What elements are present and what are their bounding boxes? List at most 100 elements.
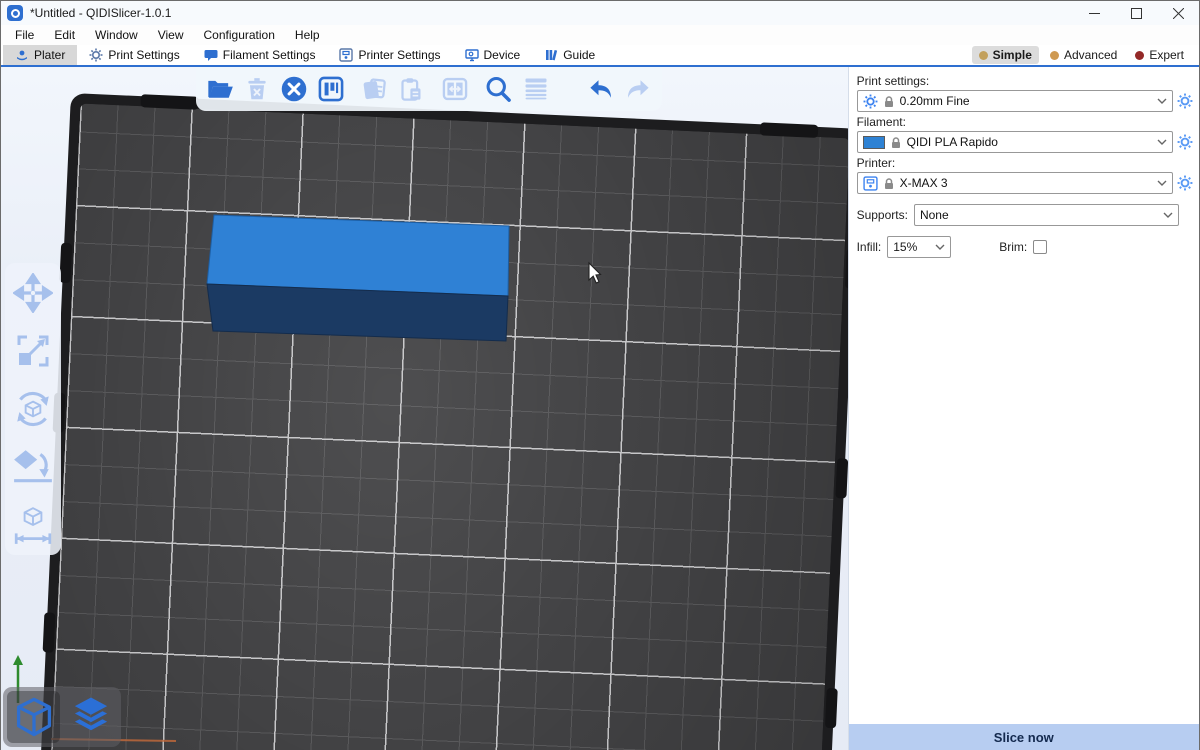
rotate-tool-button[interactable] [11, 387, 55, 431]
bed-clip [140, 94, 199, 110]
printer-icon [863, 176, 878, 191]
paste-icon [398, 76, 425, 103]
menu-edit[interactable]: Edit [44, 26, 85, 44]
mode-expert[interactable]: Expert [1128, 46, 1191, 64]
bed-grid-surface [41, 103, 848, 750]
title-bar: *Untitled - QIDISlicer-1.0.1 [1, 1, 1199, 25]
tab-guide[interactable]: Guide [532, 45, 607, 65]
filament-combo[interactable]: QIDI PLA Rapido [857, 131, 1173, 153]
qidislicer-window: { "window": { "title": "*Untitled - QIDI… [0, 0, 1200, 750]
supports-value: None [920, 208, 1158, 222]
tab-filament-settings[interactable]: Filament Settings [192, 45, 328, 65]
menu-bar: File Edit Window View Configuration Help [1, 25, 1199, 45]
move-tool-button[interactable] [11, 271, 55, 315]
layers-stack-icon [68, 694, 114, 740]
tab-bar: Plater Print Settings Filament Settings … [1, 45, 1199, 67]
delete-button[interactable] [241, 72, 272, 106]
printer-value: X-MAX 3 [900, 176, 1152, 190]
undo-button[interactable] [585, 72, 616, 106]
arrange-button[interactable] [316, 72, 347, 106]
print-settings-value: 0.20mm Fine [900, 94, 1152, 108]
gear-icon [863, 94, 878, 109]
open-button[interactable] [204, 72, 235, 106]
place-on-face-icon [12, 446, 54, 488]
menu-configuration[interactable]: Configuration [194, 26, 285, 44]
menu-file[interactable]: File [5, 26, 44, 44]
chevron-down-icon [1157, 180, 1167, 186]
tab-print-settings[interactable]: Print Settings [77, 45, 191, 65]
menu-window[interactable]: Window [85, 26, 148, 44]
chevron-down-icon [1163, 212, 1173, 218]
arrange-icon [317, 75, 345, 103]
bed-clip [43, 612, 56, 652]
lock-icon [890, 136, 902, 149]
measure-tool-button[interactable] [11, 503, 55, 547]
window-title: *Untitled - QIDISlicer-1.0.1 [30, 6, 171, 20]
z-axis-arrowhead-icon [13, 655, 23, 665]
infill-combo[interactable]: 15% [887, 236, 951, 258]
minimize-icon[interactable] [1073, 1, 1115, 25]
window-controls [1073, 1, 1199, 25]
mode-simple[interactable]: Simple [972, 46, 1039, 64]
mode-label: Advanced [1064, 48, 1117, 62]
brim-checkbox[interactable] [1033, 240, 1047, 254]
3d-viewport[interactable] [1, 67, 848, 750]
measure-icon [12, 504, 54, 546]
move-icon [13, 273, 53, 313]
slice-now-button[interactable]: Slice now [849, 724, 1199, 750]
bed-clip [835, 458, 847, 498]
simple-dot-icon [979, 51, 988, 60]
tab-label: Print Settings [108, 48, 179, 62]
preview-view-button[interactable] [64, 691, 117, 743]
tab-label: Guide [563, 48, 595, 62]
gizmo-toolbar [5, 263, 61, 555]
print-settings-gear-button[interactable] [1177, 93, 1193, 109]
close-icon[interactable] [1157, 1, 1199, 25]
advanced-dot-icon [1050, 51, 1059, 60]
editor-view-button[interactable] [7, 691, 60, 743]
maximize-icon[interactable] [1115, 1, 1157, 25]
printer-label: Printer: [857, 156, 1193, 170]
tab-device[interactable]: Device [453, 45, 533, 65]
layer-height-button[interactable] [520, 72, 551, 106]
delete-all-button[interactable] [279, 72, 310, 106]
scale-icon [13, 331, 53, 371]
chevron-down-icon [1157, 98, 1167, 104]
bed-clip [845, 248, 848, 288]
supports-combo[interactable]: None [914, 204, 1179, 226]
infill-value: 15% [893, 240, 931, 254]
paste-button[interactable] [396, 72, 427, 106]
print-settings-combo[interactable]: 0.20mm Fine [857, 90, 1173, 112]
printer-gear-button[interactable] [1177, 175, 1193, 191]
search-icon [484, 75, 512, 103]
place-on-face-tool-button[interactable] [11, 445, 55, 489]
undo-arrow-icon [586, 74, 616, 104]
bed-clip [760, 122, 819, 138]
tab-plater[interactable]: Plater [3, 45, 77, 65]
tab-label: Device [484, 48, 521, 62]
lock-icon [883, 95, 895, 108]
tab-label: Printer Settings [358, 48, 440, 62]
tab-printer-settings[interactable]: Printer Settings [327, 45, 452, 65]
mode-label: Simple [993, 48, 1032, 62]
chevron-down-icon [935, 244, 945, 250]
printer-combo[interactable]: X-MAX 3 [857, 172, 1173, 194]
redo-button[interactable] [623, 72, 654, 106]
copy-button[interactable] [359, 72, 390, 106]
rotate-icon [12, 388, 54, 430]
scale-tool-button[interactable] [11, 329, 55, 373]
menu-help[interactable]: Help [285, 26, 330, 44]
brim-label: Brim: [999, 240, 1027, 254]
bed-clip [59, 243, 72, 283]
expert-dot-icon [1135, 51, 1144, 60]
app-logo-icon [7, 5, 23, 21]
redo-arrow-icon [623, 74, 653, 104]
filament-gear-button[interactable] [1177, 134, 1193, 150]
print-bed[interactable] [30, 93, 847, 750]
monitor-icon [465, 48, 479, 62]
gear-icon [89, 48, 103, 62]
split-button[interactable] [440, 72, 471, 106]
menu-view[interactable]: View [148, 26, 194, 44]
search-button[interactable] [483, 72, 514, 106]
mode-advanced[interactable]: Advanced [1043, 46, 1124, 64]
